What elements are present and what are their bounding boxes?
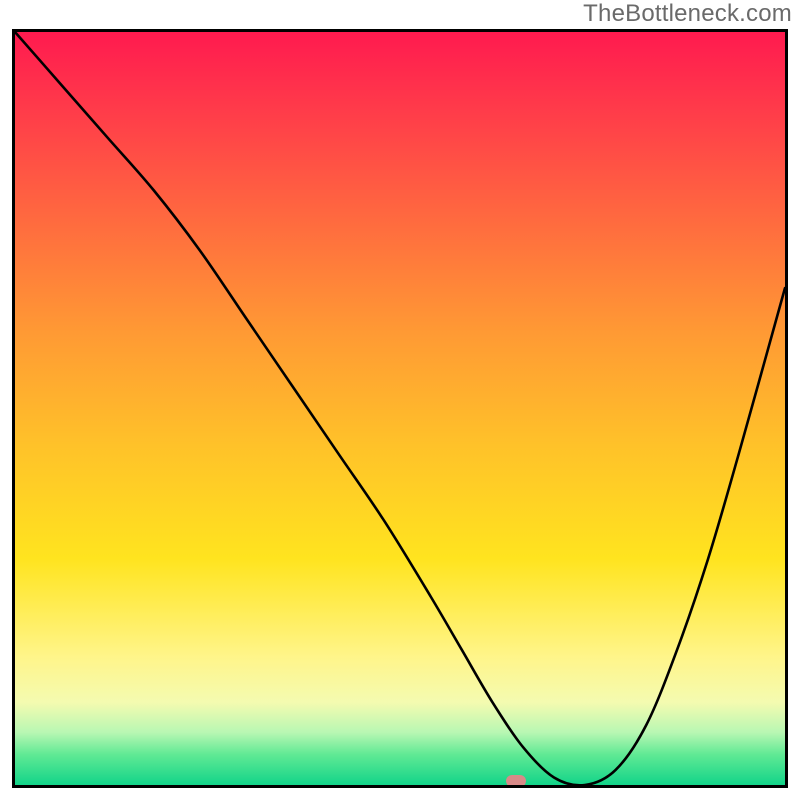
optimal-marker (506, 775, 526, 787)
bottleneck-curve (15, 32, 785, 785)
chart-container: TheBottleneck.com (0, 0, 800, 800)
watermark-text: TheBottleneck.com (583, 0, 792, 28)
plot-area (12, 29, 788, 788)
